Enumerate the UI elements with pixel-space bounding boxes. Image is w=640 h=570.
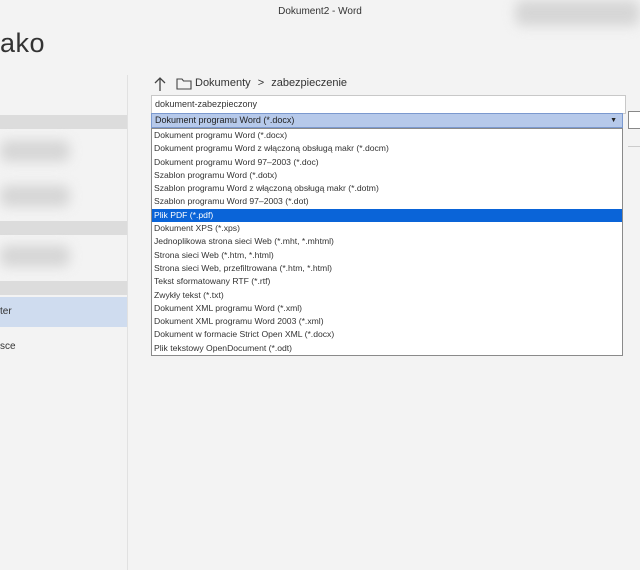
- divider: [628, 146, 640, 147]
- blurred-location: [0, 185, 70, 207]
- file-type-option[interactable]: Dokument XML programu Word 2003 (*.xml): [152, 315, 622, 328]
- file-type-option[interactable]: Plik tekstowy OpenDocument (*.odt): [152, 342, 622, 355]
- blurred-location: [0, 140, 70, 162]
- file-type-option[interactable]: Szablon programu Word z włączoną obsługą…: [152, 182, 622, 195]
- file-type-selected: Dokument programu Word (*.docx): [155, 115, 295, 125]
- arrow-up-icon[interactable]: [152, 76, 168, 92]
- section-bar: [0, 115, 127, 129]
- section-bar: [0, 281, 127, 295]
- file-type-option[interactable]: Dokument programu Word 97–2003 (*.doc): [152, 156, 622, 169]
- file-type-option[interactable]: Tekst sformatowany RTF (*.rtf): [152, 275, 622, 288]
- file-type-option[interactable]: Dokument programu Word z włączoną obsług…: [152, 142, 622, 155]
- file-type-option-highlighted[interactable]: Plik PDF (*.pdf): [152, 208, 622, 223]
- blurred-location: [0, 245, 70, 267]
- breadcrumb[interactable]: Dokumenty > zabezpieczenie: [195, 77, 351, 89]
- pane-divider: [127, 75, 128, 570]
- left-pane: ter sce: [0, 100, 127, 570]
- breadcrumb-item[interactable]: zabezpieczenie: [271, 77, 347, 89]
- file-type-option[interactable]: Dokument XPS (*.xps): [152, 222, 622, 235]
- file-type-option[interactable]: Dokument programu Word (*.docx): [152, 129, 622, 142]
- file-type-option[interactable]: Strona sieci Web (*.htm, *.html): [152, 249, 622, 262]
- file-type-option[interactable]: Jednoplikowa strona sieci Web (*.mht, *.…: [152, 235, 622, 248]
- file-type-option[interactable]: Dokument w formacie Strict Open XML (*.d…: [152, 328, 622, 341]
- file-type-option[interactable]: Szablon programu Word (*.dotx): [152, 169, 622, 182]
- file-type-option[interactable]: Zwykły tekst (*.txt): [152, 289, 622, 302]
- breadcrumb-item[interactable]: Dokumenty: [195, 77, 251, 89]
- nav-item-this-pc[interactable]: ter: [0, 297, 127, 327]
- file-type-option[interactable]: Szablon programu Word 97–2003 (*.dot): [152, 195, 622, 208]
- page-title: ako: [0, 28, 46, 58]
- file-type-select[interactable]: Dokument programu Word (*.docx) ▼: [151, 113, 623, 128]
- file-type-dropdown[interactable]: Dokument programu Word (*.docx) Dokument…: [151, 128, 623, 357]
- file-type-option[interactable]: Dokument XML programu Word (*.xml): [152, 302, 622, 315]
- chevron-down-icon[interactable]: ▼: [610, 114, 617, 127]
- nav-item-add-place[interactable]: sce: [0, 332, 127, 362]
- breadcrumb-separator: >: [257, 77, 265, 89]
- blurred-account-area: [515, 0, 640, 26]
- folder-icon: [176, 78, 192, 90]
- section-bar: [0, 221, 127, 235]
- file-type-option[interactable]: Strona sieci Web, przefiltrowana (*.htm,…: [152, 262, 622, 275]
- save-button[interactable]: [628, 111, 640, 129]
- filename-input[interactable]: [151, 95, 626, 114]
